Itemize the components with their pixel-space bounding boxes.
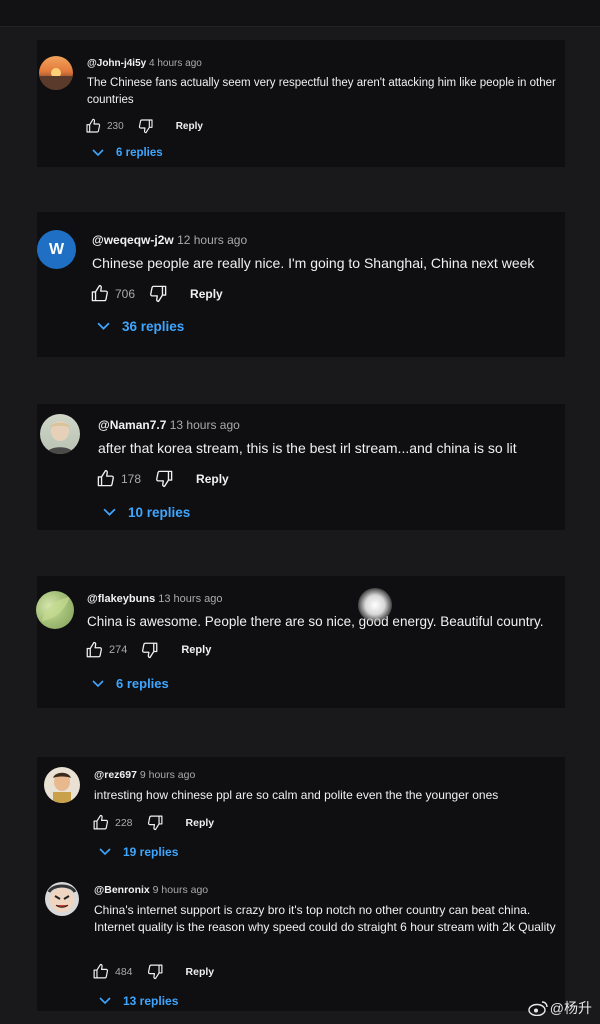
- chevron-down-icon: [92, 149, 104, 157]
- leaf-icon: [42, 597, 70, 621]
- comment-text: China is awesome. People there are so ni…: [87, 614, 544, 629]
- user-avatar[interactable]: [40, 414, 80, 454]
- comment-card-3: @Naman7.7 13 hours ago after that korea …: [37, 404, 565, 530]
- thumbs-up-icon: [97, 469, 114, 487]
- view-replies-button[interactable]: 10 replies: [103, 505, 190, 520]
- view-replies-button[interactable]: 13 replies: [99, 994, 178, 1008]
- thumbs-down-icon: [142, 642, 158, 659]
- comment-time: 12 hours ago: [177, 233, 248, 247]
- cartoon-face-icon: [47, 884, 77, 912]
- comment-author[interactable]: @flakeybuns: [87, 593, 155, 605]
- view-replies-button[interactable]: 6 replies: [92, 147, 163, 159]
- child-icon: [53, 772, 71, 803]
- comment-author[interactable]: @Benronix: [94, 884, 150, 896]
- watermark-text: @杨升: [549, 1000, 592, 1016]
- like-count: 706: [115, 286, 136, 301]
- dislike-button[interactable]: [141, 641, 159, 659]
- user-avatar[interactable]: W: [37, 230, 76, 269]
- top-bar: [0, 0, 600, 27]
- like-button[interactable]: [85, 641, 103, 659]
- view-replies-button[interactable]: 36 replies: [97, 319, 184, 334]
- user-avatar[interactable]: [39, 56, 73, 90]
- reply-button[interactable]: Reply: [186, 817, 215, 829]
- replies-count: 6 replies: [116, 147, 163, 159]
- like-count: 230: [107, 120, 124, 132]
- thumbs-up-icon: [86, 641, 103, 658]
- reply-button[interactable]: Reply: [176, 121, 203, 132]
- comment-card-1: @John-j4i5y 4 hours ago The Chinese fans…: [37, 40, 565, 167]
- replies-count: 19 replies: [123, 845, 179, 859]
- dislike-button[interactable]: [155, 469, 174, 488]
- thumbs-up-icon: [93, 814, 109, 830]
- thumbs-down-icon: [147, 815, 163, 831]
- reply-button[interactable]: Reply: [186, 966, 215, 978]
- watermark: @杨升: [528, 998, 592, 1018]
- like-button[interactable]: [92, 814, 109, 831]
- comment-author[interactable]: @rez697: [94, 769, 137, 781]
- like-button[interactable]: [90, 284, 109, 303]
- avatar-letter: W: [48, 240, 65, 258]
- thumbs-up-icon: [93, 963, 109, 979]
- comment-text: intresting how chinese ppl are so calm a…: [94, 788, 499, 802]
- dislike-button[interactable]: [147, 963, 164, 980]
- reply-button[interactable]: Reply: [196, 472, 229, 486]
- comment-text: after that korea stream, this is the bes…: [98, 440, 517, 456]
- thumbs-down-icon: [147, 964, 163, 980]
- portrait-icon: [46, 421, 74, 454]
- comment-author[interactable]: @weqeqw-j2w: [92, 233, 174, 247]
- user-avatar[interactable]: [36, 591, 74, 629]
- like-button[interactable]: [96, 469, 115, 488]
- chevron-down-icon: [99, 997, 111, 1005]
- comment-time: 13 hours ago: [169, 418, 240, 432]
- comments-screen: @John-j4i5y 4 hours ago The Chinese fans…: [0, 0, 600, 1024]
- like-count: 484: [115, 965, 133, 978]
- replies-count: 36 replies: [122, 319, 185, 334]
- user-avatar[interactable]: [45, 882, 79, 916]
- chevron-down-icon: [103, 508, 116, 516]
- replies-count: 6 replies: [116, 676, 169, 691]
- comment-time: 9 hours ago: [139, 769, 196, 781]
- dislike-button[interactable]: [149, 284, 168, 303]
- chevron-down-icon: [92, 679, 104, 687]
- comment-time: 4 hours ago: [149, 58, 202, 69]
- comment-text: China's internet support is crazy bro it…: [94, 903, 556, 935]
- comment-time: 13 hours ago: [158, 593, 223, 605]
- thumbs-up-icon: [91, 284, 108, 302]
- thumbs-up-icon: [86, 118, 101, 133]
- view-replies-button[interactable]: 6 replies: [92, 676, 169, 691]
- comment-author[interactable]: @John-j4i5y: [87, 58, 146, 69]
- chevron-down-icon: [99, 848, 111, 856]
- like-count: 178: [121, 471, 142, 486]
- comment-card-5: @rez697 9 hours ago intresting how chine…: [37, 757, 565, 1011]
- comment-author[interactable]: @Naman7.7: [98, 418, 166, 432]
- thumbs-down-icon: [150, 285, 167, 303]
- touch-indicator: [358, 588, 392, 622]
- like-button[interactable]: [92, 963, 109, 980]
- dislike-button[interactable]: [138, 118, 154, 134]
- comment-text: Chinese people are really nice. I'm goin…: [92, 255, 535, 271]
- thumbs-down-icon: [156, 470, 173, 488]
- view-replies-button[interactable]: 19 replies: [99, 845, 178, 859]
- comment-text: The Chinese fans actually seem very resp…: [87, 77, 556, 106]
- dislike-button[interactable]: [147, 814, 164, 831]
- user-avatar[interactable]: [44, 767, 80, 803]
- chevron-down-icon: [97, 322, 110, 330]
- like-button[interactable]: [85, 118, 101, 134]
- comment-card-2: W @weqeqw-j2w 12 hours ago Chinese peopl…: [37, 212, 565, 357]
- comment-time: 9 hours ago: [152, 884, 209, 896]
- sunset-icon: [39, 68, 73, 90]
- weibo-icon: [528, 1001, 548, 1016]
- like-count: 228: [115, 816, 133, 829]
- comment-card-4: @flakeybuns 13 hours ago China is awesom…: [36, 576, 565, 708]
- replies-count: 10 replies: [128, 505, 191, 520]
- reply-button[interactable]: Reply: [181, 644, 211, 656]
- replies-count: 13 replies: [123, 994, 179, 1008]
- reply-button[interactable]: Reply: [190, 287, 223, 301]
- thumbs-down-icon: [138, 119, 153, 134]
- like-count: 274: [109, 644, 128, 656]
